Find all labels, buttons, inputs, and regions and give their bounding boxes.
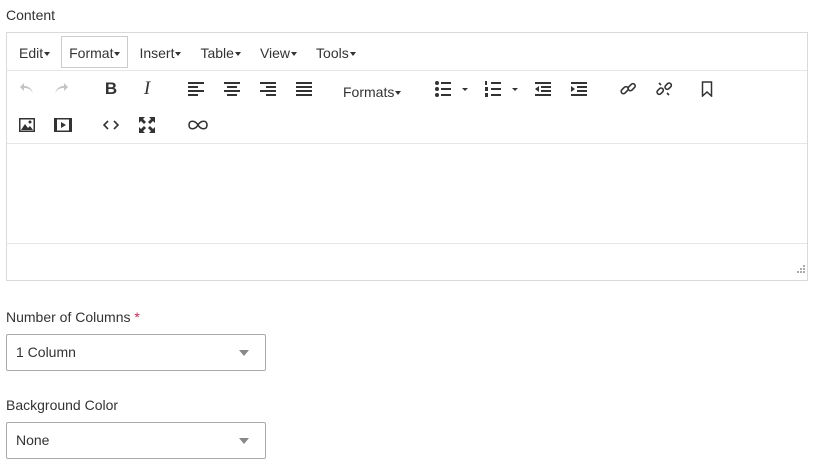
- background-color-select[interactable]: None: [6, 422, 266, 459]
- menu-table[interactable]: Table: [192, 36, 248, 68]
- columns-select-value: 1 Column: [16, 344, 76, 360]
- bold-icon[interactable]: B: [99, 77, 123, 101]
- media-icon[interactable]: [51, 113, 75, 137]
- required-mark: *: [134, 309, 140, 325]
- editor-content-area[interactable]: [7, 144, 807, 244]
- caret-down-icon: [291, 51, 298, 56]
- columns-label: Number of Columns *: [6, 309, 140, 325]
- menu-format[interactable]: Format: [61, 35, 129, 68]
- link-icon[interactable]: [616, 77, 640, 101]
- resize-handle-icon[interactable]: [795, 260, 805, 278]
- numbered-list-icon[interactable]: [483, 77, 521, 101]
- bookmark-icon[interactable]: [695, 77, 719, 101]
- caret-down-icon: [349, 51, 356, 56]
- menu-edit[interactable]: Edit: [11, 36, 58, 68]
- undo-icon[interactable]: [15, 77, 39, 101]
- background-color-label: Background Color: [6, 397, 119, 413]
- align-center-icon[interactable]: [220, 77, 244, 101]
- editor-menubar: Edit Format Insert Table View Tools: [7, 33, 807, 71]
- editor-statusbar: [7, 244, 807, 280]
- caret-down-icon: [175, 51, 182, 56]
- outdent-icon[interactable]: [531, 77, 555, 101]
- align-justify-icon[interactable]: [292, 77, 316, 101]
- align-right-icon[interactable]: [256, 77, 280, 101]
- caret-down-icon: [395, 91, 402, 96]
- fullscreen-icon[interactable]: [135, 113, 159, 137]
- rich-text-editor: Edit Format Insert Table View Tools B I …: [6, 32, 808, 281]
- dropdown-arrow-icon: [239, 438, 249, 444]
- embed-link-icon[interactable]: [186, 113, 210, 137]
- background-color-select-value: None: [16, 432, 50, 448]
- menu-view[interactable]: View: [252, 36, 305, 68]
- dropdown-arrow-icon: [239, 350, 249, 356]
- editor-toolbar: B I Formats: [7, 71, 807, 144]
- image-icon[interactable]: [15, 113, 39, 137]
- italic-icon[interactable]: I: [135, 77, 159, 101]
- formats-dropdown[interactable]: Formats: [343, 84, 402, 100]
- indent-icon[interactable]: [567, 77, 591, 101]
- menu-insert[interactable]: Insert: [131, 36, 189, 68]
- content-label: Content: [6, 7, 56, 23]
- columns-select[interactable]: 1 Column: [6, 334, 266, 371]
- menu-tools[interactable]: Tools: [308, 36, 364, 68]
- caret-down-icon: [44, 51, 51, 56]
- caret-down-icon: [234, 51, 241, 56]
- bullet-list-icon[interactable]: [433, 77, 471, 101]
- align-left-icon[interactable]: [184, 77, 208, 101]
- caret-down-icon: [114, 51, 121, 56]
- unlink-icon[interactable]: [652, 77, 676, 101]
- redo-icon[interactable]: [49, 77, 73, 101]
- source-code-icon[interactable]: [99, 113, 123, 137]
